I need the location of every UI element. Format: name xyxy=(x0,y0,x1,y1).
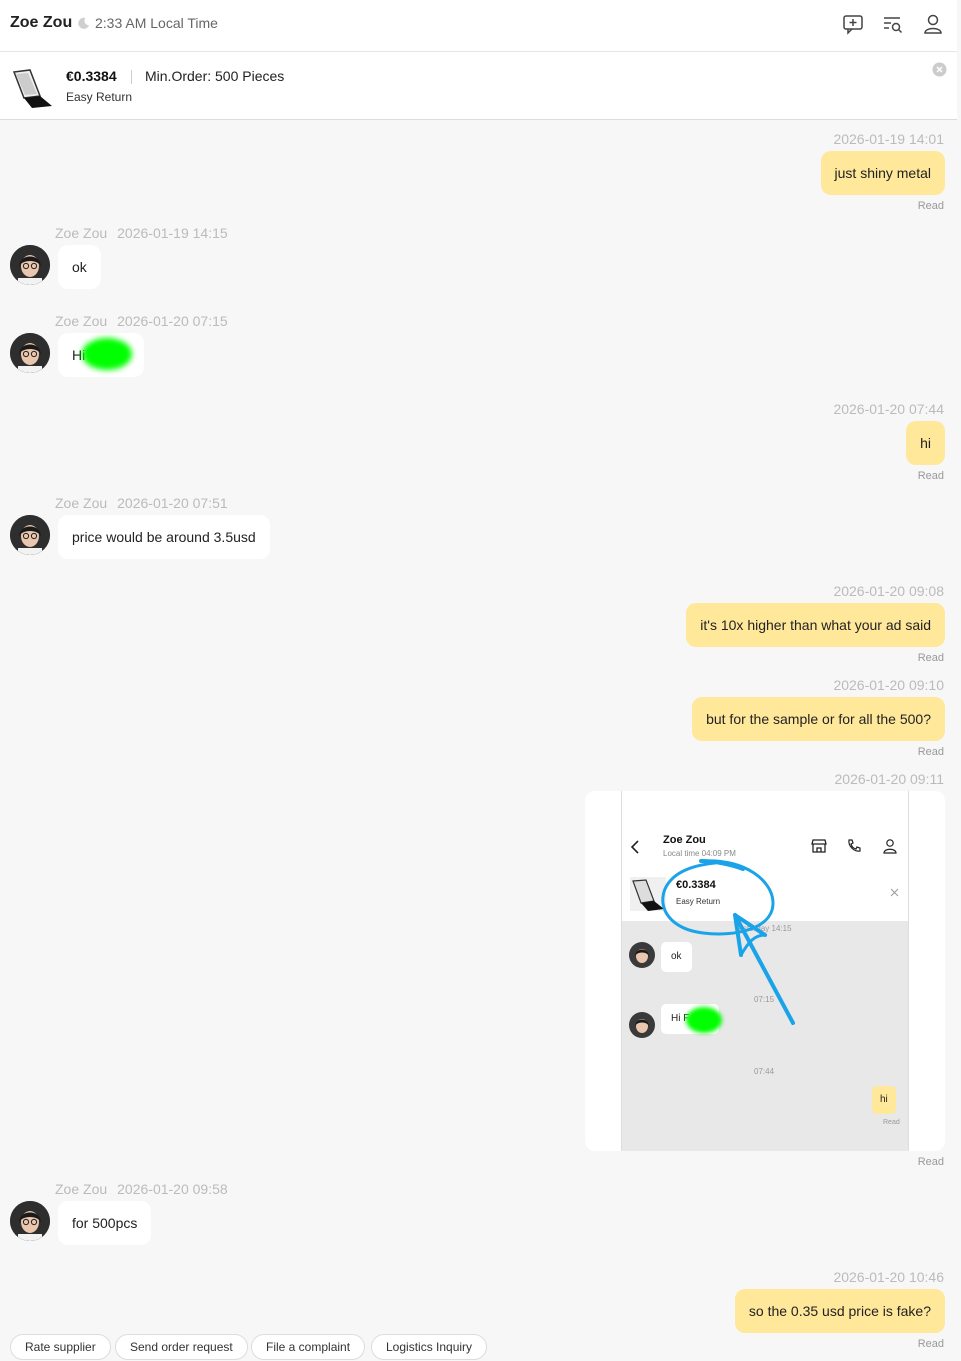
message-timestamp: 2026-01-20 09:08 xyxy=(833,583,944,599)
product-price: €0.3384 xyxy=(66,68,117,84)
sender-name: Zoe Zou xyxy=(55,313,108,329)
annotation-circle-arrow xyxy=(661,859,795,1025)
message-timestamp: 2026-01-19 14:15 xyxy=(117,225,228,241)
message-timestamp: 2026-01-20 09:58 xyxy=(117,1181,228,1197)
avatar[interactable] xyxy=(10,1201,50,1241)
avatar[interactable] xyxy=(10,245,50,285)
message-timestamp: 2026-01-20 09:10 xyxy=(833,677,944,693)
avatar-image xyxy=(10,515,50,555)
sender-name: Zoe Zou xyxy=(55,495,108,511)
my-message-bubble[interactable]: it's 10x higher than what your ad said xyxy=(686,603,945,647)
chat-header: Zoe Zou 2:33 AM Local Time xyxy=(0,0,957,52)
message-timestamp: 2026-01-20 09:11 xyxy=(834,771,945,787)
message-meta: Zoe Zou 2026-01-20 07:51 xyxy=(55,495,228,511)
read-status: Read xyxy=(917,1156,944,1168)
read-status: Read xyxy=(917,746,944,758)
message-timestamp: 2026-01-20 07:44 xyxy=(833,401,944,417)
their-message-bubble[interactable]: for 500pcs xyxy=(58,1201,152,1245)
sender-name: Zoe Zou xyxy=(55,225,108,241)
min-order: Min.Order: 500 Pieces xyxy=(145,68,285,84)
my-message-bubble[interactable]: so the 0.35 usd price is fake? xyxy=(734,1289,945,1333)
read-status: Read xyxy=(917,200,944,212)
product-thumbnail xyxy=(10,66,54,108)
close-icon[interactable] xyxy=(932,62,947,77)
rate-supplier-button[interactable]: Rate supplier xyxy=(10,1334,111,1360)
product-card[interactable]: €0.3384 Min.Order: 500 Pieces Easy Retur… xyxy=(0,52,957,120)
return-policy: Easy Return xyxy=(66,90,133,104)
message-meta: Zoe Zou 2026-01-19 14:15 xyxy=(55,225,228,241)
read-status: Read xyxy=(917,470,944,482)
sender-name: Zoe Zou xyxy=(55,1181,108,1197)
image-message[interactable]: Zoe Zou Local time 04:09 PM €0.3384 Easy… xyxy=(585,791,945,1151)
local-time: 2:33 AM Local Time xyxy=(95,15,218,31)
divider xyxy=(131,70,132,84)
read-status: Read xyxy=(917,1338,944,1350)
avatar[interactable] xyxy=(10,515,50,555)
avatar[interactable] xyxy=(10,333,50,373)
contact-name[interactable]: Zoe Zou xyxy=(10,14,72,32)
redaction-mark xyxy=(82,338,132,370)
my-message-bubble[interactable]: hi xyxy=(906,421,945,465)
my-message-bubble[interactable]: but for the sample or for all the 500? xyxy=(692,697,945,741)
my-message-bubble[interactable]: just shiny metal xyxy=(820,151,945,195)
avatar-image xyxy=(10,245,50,285)
message-timestamp: 2026-01-20 10:46 xyxy=(833,1269,944,1285)
message-timestamp: 2026-01-20 07:51 xyxy=(117,495,228,511)
avatar-image xyxy=(10,1201,50,1241)
their-message-bubble[interactable]: price would be around 3.5usd xyxy=(58,515,270,559)
their-message-bubble[interactable]: ok xyxy=(58,245,101,289)
logistics-inquiry-button[interactable]: Logistics Inquiry xyxy=(371,1334,488,1360)
file-complaint-button[interactable]: File a complaint xyxy=(251,1334,366,1360)
message-timestamp: 2026-01-19 14:01 xyxy=(833,131,944,147)
message-meta: Zoe Zou 2026-01-20 09:58 xyxy=(55,1181,228,1197)
message-timestamp: 2026-01-20 07:15 xyxy=(117,313,228,329)
send-order-request-button[interactable]: Send order request xyxy=(115,1334,248,1360)
avatar-image xyxy=(10,333,50,373)
read-status: Read xyxy=(917,652,944,664)
profile-icon[interactable] xyxy=(922,13,944,35)
moon-icon xyxy=(78,17,90,29)
message-meta: Zoe Zou 2026-01-20 07:15 xyxy=(55,313,228,329)
search-list-icon[interactable] xyxy=(882,13,904,35)
add-message-icon[interactable] xyxy=(842,13,864,35)
